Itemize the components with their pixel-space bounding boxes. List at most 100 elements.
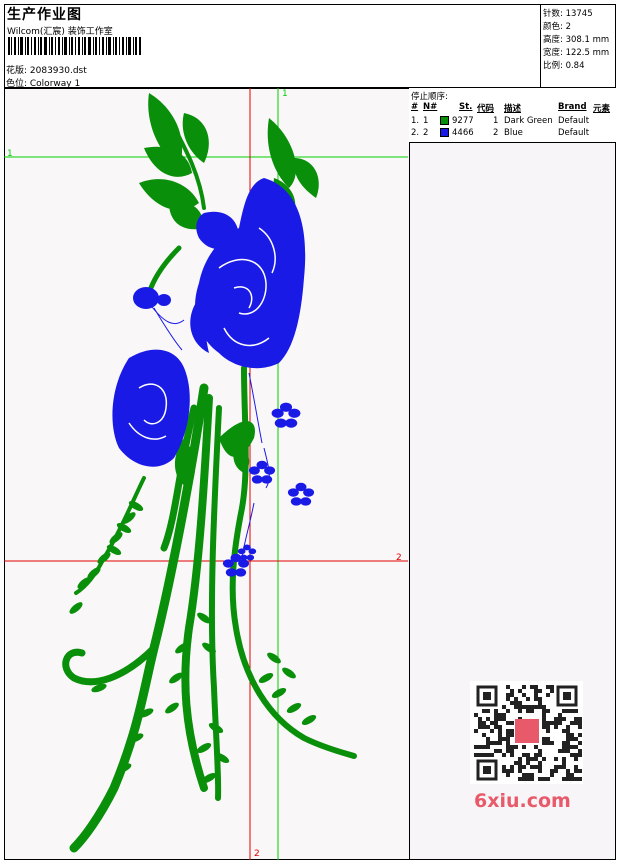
qr-cell xyxy=(550,741,554,745)
qr-cell xyxy=(562,729,566,733)
row2-brand: Default xyxy=(558,128,590,138)
qr-cell xyxy=(574,745,578,749)
row2-color-swatch xyxy=(440,128,449,137)
qr-cell xyxy=(494,725,498,729)
qr-cell xyxy=(502,737,506,741)
qr-cell xyxy=(550,685,554,689)
qr-cell xyxy=(510,745,514,749)
qr-cell xyxy=(522,777,526,781)
qr-cell xyxy=(570,773,574,777)
qr-cell xyxy=(574,769,578,773)
fern-leaf xyxy=(271,687,287,699)
qr-cell xyxy=(578,721,582,725)
qr-cell xyxy=(538,705,542,709)
qr-cell xyxy=(514,701,518,705)
fern-leaf xyxy=(282,667,296,679)
qr-cell xyxy=(530,757,534,761)
qr-cell xyxy=(494,741,498,745)
qr-cell xyxy=(506,697,510,701)
qr-cell xyxy=(522,753,526,757)
qr-cell xyxy=(514,761,518,765)
qr-cell xyxy=(510,769,514,773)
qr-cell xyxy=(514,697,518,701)
studio-name: Wilcom(汇宸) 装饰工作室 xyxy=(7,27,113,37)
qr-cell xyxy=(522,745,526,749)
qr-cell xyxy=(550,721,554,725)
row1-st: 1 xyxy=(493,116,499,126)
qr-cell xyxy=(554,717,558,721)
qr-cell xyxy=(542,777,546,781)
qr-cell xyxy=(546,737,550,741)
qr-cell xyxy=(490,729,494,733)
qr-cell xyxy=(510,753,514,757)
qr-cell xyxy=(490,721,494,725)
qr-cell xyxy=(578,725,582,729)
qr-cell xyxy=(570,753,574,757)
qr-cell xyxy=(526,697,530,701)
qr-cell xyxy=(538,761,542,765)
flower-petal xyxy=(274,418,287,428)
flower-petal xyxy=(285,418,298,428)
qr-cell xyxy=(542,757,546,761)
qr-cell xyxy=(494,709,498,713)
qr-cell xyxy=(542,725,546,729)
qr-cell xyxy=(510,693,514,697)
qr-cell xyxy=(542,741,546,745)
qr-cell xyxy=(562,777,566,781)
row2-index: 2. xyxy=(411,128,420,138)
qr-cell xyxy=(526,705,530,709)
qr-cell xyxy=(510,729,514,733)
qr-cell xyxy=(474,745,478,749)
qr-cell xyxy=(510,765,514,769)
qr-cell xyxy=(498,749,502,753)
qr-cell xyxy=(566,741,570,745)
qr-cell xyxy=(522,765,526,769)
qr-cell xyxy=(486,741,490,745)
qr-cell xyxy=(506,721,510,725)
qr-cell xyxy=(574,709,578,713)
qr-cell xyxy=(482,721,486,725)
qr-cell xyxy=(574,757,578,761)
qr-cell xyxy=(494,749,498,753)
qr-cell xyxy=(566,777,570,781)
qr-cell xyxy=(526,709,530,713)
qr-cell xyxy=(482,725,486,729)
qr-cell xyxy=(546,725,550,729)
qr-cell xyxy=(506,729,510,733)
row1-desc: Dark Green xyxy=(504,116,553,126)
qr-cell xyxy=(542,713,546,717)
row1-code: 9277 xyxy=(452,116,474,126)
row2-st: 2 xyxy=(493,128,499,138)
fern-leaf xyxy=(286,702,302,714)
qr-cell xyxy=(578,749,582,753)
qr-cell xyxy=(514,705,518,709)
qr-cell xyxy=(530,705,534,709)
qr-cell xyxy=(518,709,522,713)
qr-cell xyxy=(518,689,522,693)
flower-petal xyxy=(287,488,299,497)
row2-n: 2 xyxy=(423,128,429,138)
qr-cell xyxy=(534,753,538,757)
fern-leaf xyxy=(165,702,179,714)
thread-table: 停止顺序: # N# St. 代码 描述 Brand 元素 1. 1 9277 … xyxy=(409,88,616,143)
stop-sequence-label: 停止顺序: xyxy=(411,92,448,102)
row1-index: 1. xyxy=(411,116,420,126)
qr-cell xyxy=(574,721,578,725)
flower-petal xyxy=(248,466,260,475)
fern-leaf xyxy=(97,552,111,564)
qr-cell xyxy=(562,765,566,769)
qr-cell xyxy=(530,685,534,689)
qr-cell xyxy=(558,713,562,717)
qr-cell xyxy=(506,685,510,689)
qr-cell xyxy=(474,713,478,717)
qr-cell xyxy=(562,749,566,753)
qr-cell xyxy=(486,709,490,713)
row2-desc: Blue xyxy=(504,128,523,138)
qr-cell xyxy=(562,741,566,745)
qr-cell xyxy=(506,773,510,777)
design-scale: 比例: 0.84 xyxy=(543,61,585,71)
qr-cell xyxy=(502,717,506,721)
qr-cell xyxy=(554,721,558,725)
site-logo: 6xiu.com xyxy=(474,790,571,812)
qr-cell xyxy=(494,717,498,721)
